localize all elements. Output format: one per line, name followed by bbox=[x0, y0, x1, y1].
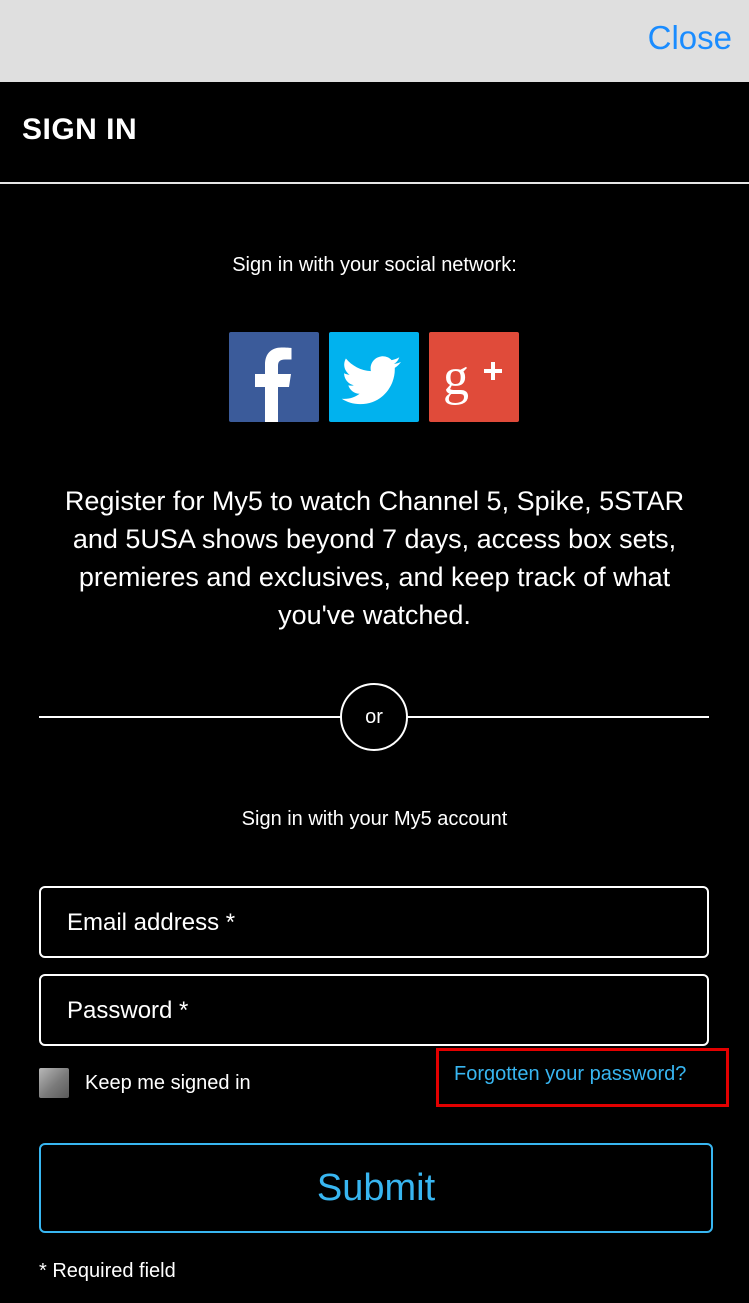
divider-line-left bbox=[39, 716, 341, 718]
social-buttons: g bbox=[229, 332, 519, 422]
svg-text:g: g bbox=[443, 349, 469, 406]
password-field[interactable] bbox=[65, 976, 689, 1046]
register-description: Register for My5 to watch Channel 5, Spi… bbox=[64, 486, 685, 630]
sign-in-header: SIGN IN bbox=[0, 82, 749, 184]
top-bar: Close bbox=[0, 0, 749, 82]
twitter-icon bbox=[341, 356, 401, 405]
twitter-button[interactable] bbox=[329, 332, 419, 422]
page-title: SIGN IN bbox=[22, 113, 138, 146]
divider-line-right bbox=[407, 716, 709, 718]
google-plus-icon: g bbox=[443, 349, 502, 406]
close-button[interactable]: Close bbox=[648, 18, 732, 58]
account-heading: Sign in with your My5 account bbox=[241, 808, 508, 830]
keep-signed-in-label: Keep me signed in bbox=[85, 1072, 251, 1094]
keep-signed-in-checkbox[interactable] bbox=[39, 1068, 69, 1098]
facebook-icon bbox=[255, 347, 292, 422]
email-field[interactable] bbox=[65, 888, 689, 958]
social-heading: Sign in with your social network: bbox=[232, 254, 517, 276]
submit-button[interactable]: Submit bbox=[39, 1143, 713, 1233]
email-field-box bbox=[39, 886, 709, 958]
forgot-password-link[interactable]: Forgotten your password? bbox=[454, 1063, 686, 1086]
facebook-button[interactable] bbox=[229, 332, 319, 422]
google-plus-button[interactable]: g bbox=[429, 332, 519, 422]
required-field-note: * Required field bbox=[39, 1260, 176, 1282]
or-divider: or bbox=[340, 683, 408, 751]
password-field-box bbox=[39, 974, 709, 1046]
